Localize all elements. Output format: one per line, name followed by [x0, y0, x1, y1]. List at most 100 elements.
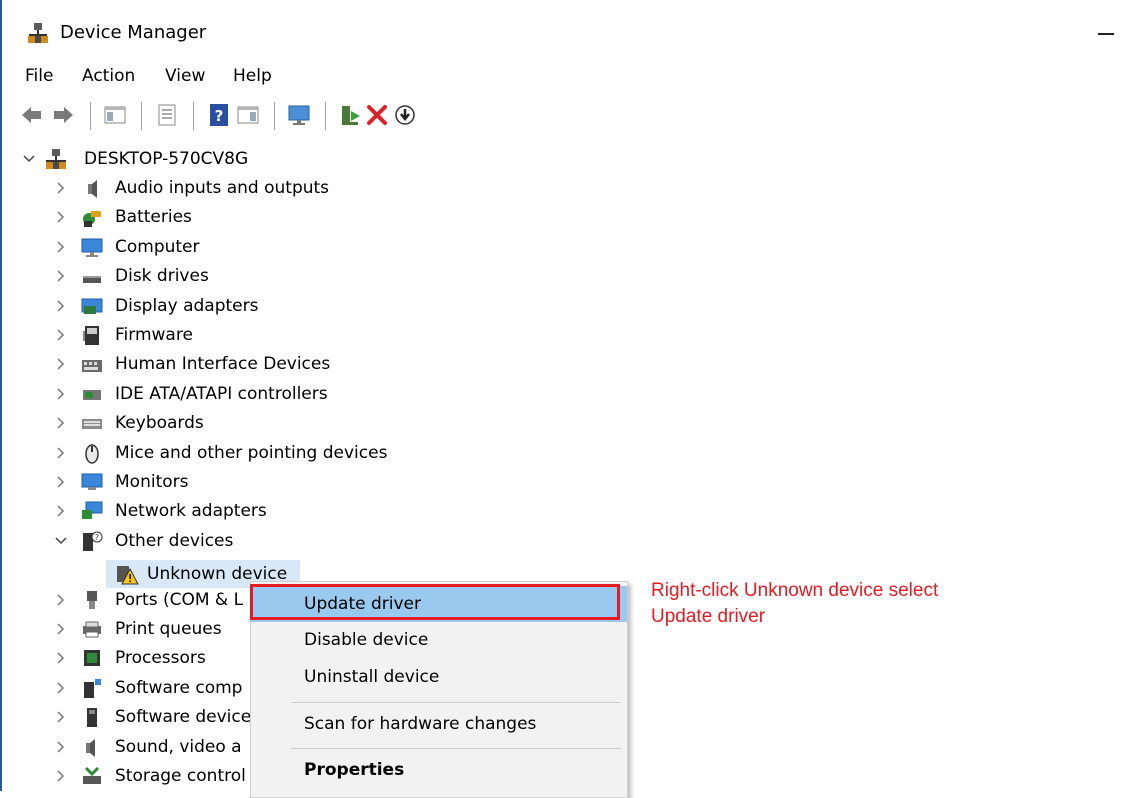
scan-hardware-icon[interactable]	[286, 102, 312, 128]
tree-item-label: Storage control	[115, 766, 246, 786]
monitor-icon	[80, 470, 104, 494]
chevron-down-icon[interactable]	[22, 152, 36, 166]
chevron-down-icon[interactable]	[54, 534, 68, 548]
tree-item[interactable]: Display adapters	[2, 292, 422, 321]
tree-item-label: Processors	[115, 648, 206, 669]
toolbar-separator	[90, 102, 91, 130]
port-icon	[80, 588, 104, 612]
properties-menu-item[interactable]: Properties	[251, 752, 627, 788]
tree-item-label: IDE ATA/ATAPI controllers	[115, 383, 328, 404]
display-adapter-icon	[80, 294, 104, 318]
chevron-right-icon[interactable]	[54, 740, 68, 754]
tree-item-label: Network adapters	[115, 501, 267, 522]
chevron-right-icon[interactable]	[54, 328, 68, 342]
tree-item-label: Software device	[115, 707, 252, 728]
chevron-right-icon[interactable]	[54, 240, 68, 254]
mouse-icon	[80, 441, 104, 465]
menu-view[interactable]: View	[165, 64, 205, 88]
chevron-right-icon[interactable]	[54, 387, 68, 401]
disk-drive-icon	[80, 264, 104, 288]
tree-item[interactable]: IDE ATA/ATAPI controllers	[2, 380, 422, 409]
tree-item[interactable]: Human Interface Devices	[2, 350, 422, 379]
chevron-right-icon[interactable]	[54, 210, 68, 224]
disable-download-icon[interactable]	[392, 102, 418, 128]
tree-item-label: Batteries	[115, 207, 192, 228]
disable-device-label: Disable device	[304, 630, 429, 650]
battery-icon	[80, 205, 104, 229]
storage-controller-icon	[80, 764, 104, 788]
speaker-icon	[80, 176, 104, 200]
software-component-icon	[80, 676, 104, 700]
show-hide-console-tree-icon[interactable]	[102, 102, 128, 128]
printer-icon	[80, 617, 104, 641]
menu-action[interactable]: Action	[82, 64, 135, 88]
tree-item[interactable]: Firmware	[2, 321, 422, 350]
toolbar-separator	[141, 102, 142, 130]
chevron-right-icon[interactable]	[54, 416, 68, 430]
tree-root[interactable]: DESKTOP-570CV8G	[2, 145, 402, 174]
tree-item[interactable]: Network adapters	[2, 497, 422, 526]
processor-icon	[80, 646, 104, 670]
toolbar-separator	[274, 102, 275, 130]
tree-item-label: Other devices	[115, 530, 234, 551]
forward-arrow-icon[interactable]	[50, 102, 76, 128]
menu-bar: File Action View Help	[2, 62, 1141, 90]
menu-help[interactable]: Help	[233, 64, 272, 88]
tree-item-label: Mice and other pointing devices	[115, 442, 388, 463]
ide-controller-icon	[80, 382, 104, 406]
properties-sheet-icon[interactable]	[154, 102, 180, 128]
help-icon[interactable]: ?	[206, 102, 232, 128]
hid-keyboard-icon	[80, 352, 104, 376]
tree-item[interactable]: Batteries	[2, 203, 422, 232]
chevron-right-icon[interactable]	[54, 622, 68, 636]
tree-item[interactable]: Mice and other pointing devices	[2, 439, 422, 468]
title-bar: Device Manager	[2, 0, 1141, 62]
unknown-device-icon: ?	[80, 529, 104, 553]
tree-item[interactable]: Audio inputs and outputs	[2, 174, 422, 203]
tree-item-label: Firmware	[115, 325, 193, 345]
show-action-pane-icon[interactable]	[235, 102, 261, 128]
chevron-right-icon[interactable]	[54, 769, 68, 783]
annotation-line-2: Update driver	[651, 606, 766, 627]
back-arrow-icon[interactable]	[19, 102, 45, 128]
toolbar: ?	[2, 96, 1141, 136]
tree-item-label: Disk drives	[115, 266, 209, 287]
menu-separator	[291, 748, 621, 749]
tree-item[interactable]: Monitors	[2, 468, 422, 497]
chevron-right-icon[interactable]	[54, 651, 68, 665]
chevron-right-icon[interactable]	[54, 681, 68, 695]
tree-item-label: Print queues	[115, 619, 222, 639]
menu-file[interactable]: File	[25, 64, 53, 88]
chevron-right-icon[interactable]	[54, 593, 68, 607]
warning-device-icon	[115, 562, 139, 586]
chevron-right-icon[interactable]	[54, 446, 68, 460]
chevron-right-icon[interactable]	[54, 357, 68, 371]
annotation-line-1: Right-click Unknown device select	[651, 580, 939, 601]
chevron-right-icon[interactable]	[54, 299, 68, 313]
tree-root-label: DESKTOP-570CV8G	[84, 149, 249, 169]
chevron-right-icon[interactable]	[54, 269, 68, 283]
device-manager-icon	[27, 22, 49, 44]
tree-item-label: Audio inputs and outputs	[115, 178, 330, 198]
network-adapter-icon	[80, 499, 104, 523]
chevron-right-icon[interactable]	[54, 504, 68, 518]
tree-item[interactable]: Disk drives	[2, 262, 422, 291]
scan-hardware-menu-item[interactable]: Scan for hardware changes	[251, 706, 627, 742]
tree-item-label: Sound, video a	[115, 736, 242, 757]
uninstall-device-menu-item[interactable]: Uninstall device	[251, 659, 627, 695]
minimize-button[interactable]	[1087, 14, 1127, 50]
tree-item[interactable]: Keyboards	[2, 409, 422, 438]
chevron-right-icon[interactable]	[54, 475, 68, 489]
tree-item[interactable]: ? Other devices	[2, 527, 422, 556]
tree-item[interactable]: Computer	[2, 233, 422, 262]
tree-item-label: Display adapters	[115, 295, 259, 316]
chevron-right-icon[interactable]	[54, 181, 68, 195]
tree-item-label: Keyboards	[115, 413, 204, 434]
disable-device-menu-item[interactable]: Disable device	[251, 622, 627, 658]
uninstall-x-icon[interactable]	[364, 102, 390, 128]
instruction-annotation: Right-click Unknown device select Update…	[651, 578, 1081, 630]
chevron-right-icon[interactable]	[54, 710, 68, 724]
update-driver-icon[interactable]	[338, 102, 364, 128]
svg-text:?: ?	[95, 533, 99, 542]
tree-item-label: Computer	[115, 236, 200, 257]
